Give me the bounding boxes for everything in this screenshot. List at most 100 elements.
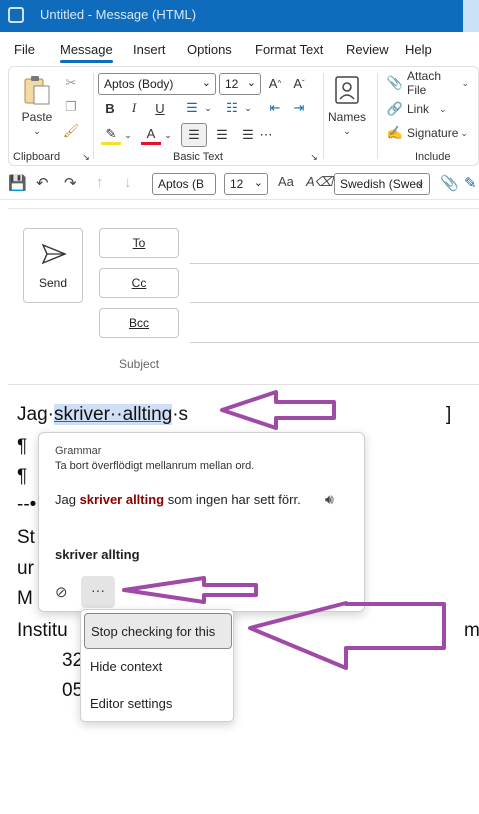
undo-icon[interactable]: ↶ xyxy=(36,174,49,192)
menu-item-editor-settings[interactable]: Editor settings xyxy=(81,686,235,722)
more-options-menu: Stop checking for this Hide context Edit… xyxy=(80,609,234,722)
qat-font-size-combo[interactable]: 12 ⌄ xyxy=(224,173,268,195)
body-text-fragment: ¶ xyxy=(17,436,28,457)
decrease-indent-icon[interactable]: ⇤ xyxy=(265,99,285,117)
attach-file-button[interactable]: Attach File ⌄ xyxy=(407,69,469,97)
menu-item-hide-context[interactable]: Hide context xyxy=(81,649,235,685)
increase-indent-icon[interactable]: ⇥ xyxy=(289,99,309,117)
suggestion-item[interactable]: skriver allting xyxy=(55,547,140,562)
chevron-down-icon[interactable]: ⌄ xyxy=(203,99,213,117)
basic-text-launcher-icon[interactable]: ↘ xyxy=(309,151,319,163)
bullets-icon[interactable]: ☰ xyxy=(181,99,203,117)
outlook-app-icon xyxy=(8,7,24,23)
clipboard-group-label: Clipboard xyxy=(13,151,61,163)
clear-formatting-icon[interactable]: A⌫ xyxy=(306,174,333,190)
tab-options[interactable]: Options xyxy=(187,42,232,57)
attach-file-label: Attach File xyxy=(407,69,442,97)
paste-dropdown-chevron-icon[interactable]: ⌄ xyxy=(29,125,45,137)
send-icon xyxy=(41,243,67,265)
body-text-fragment: ur xyxy=(17,558,34,579)
chevron-down-icon: ⌄ xyxy=(460,127,468,138)
qat-font-name-combo[interactable]: Aptos (B xyxy=(152,173,216,195)
font-size-value: 12 xyxy=(225,77,239,91)
grow-font-icon[interactable]: A ^ xyxy=(265,73,285,93)
attach-icon[interactable]: 📎 xyxy=(440,174,459,192)
bcc-field[interactable] xyxy=(190,342,479,343)
format-painter-icon[interactable]: 🖌 xyxy=(63,123,80,139)
paste-icon[interactable] xyxy=(19,73,55,109)
chevron-down-icon: ⌄ xyxy=(461,77,469,88)
names-button[interactable]: Names xyxy=(325,109,369,125)
chevron-down-icon[interactable]: ⌄ xyxy=(341,125,353,137)
tab-format-text[interactable]: Format Text xyxy=(255,42,323,57)
body-text-fragment: ¶ xyxy=(17,466,28,487)
menu-item-stop-checking[interactable]: Stop checking for this xyxy=(84,613,232,649)
font-color-icon[interactable]: A xyxy=(141,125,161,145)
shrink-font-icon[interactable]: Aˇ xyxy=(289,73,309,93)
bcc-button[interactable]: Bcc xyxy=(99,308,179,338)
proofing-language-combo[interactable]: Swedish (Swed ⌄ xyxy=(334,173,430,195)
align-center-icon[interactable]: ☰ xyxy=(211,125,233,145)
font-name-combo[interactable]: Aptos (Body) ⌄ xyxy=(98,73,216,95)
body-line-1[interactable]: Jag·skriver··allting·s xyxy=(17,404,188,426)
cut-icon[interactable]: ✂ xyxy=(63,75,79,91)
qat-font-name-value: Aptos (B xyxy=(158,177,205,191)
bold-icon[interactable]: B xyxy=(101,99,119,117)
body-text-fragment: Institu xyxy=(17,620,68,641)
ribbon: Paste ⌄ ✂ ❐ 🖌 Clipboard ↘ Aptos (Body) ⌄ … xyxy=(8,66,479,166)
ignore-once-icon[interactable]: ⊘ xyxy=(55,583,73,601)
tab-review[interactable]: Review xyxy=(346,42,389,57)
paste-button[interactable]: Paste xyxy=(17,109,57,125)
to-field[interactable] xyxy=(190,263,479,264)
tab-message[interactable]: Message xyxy=(60,42,113,63)
chevron-down-icon[interactable]: ⌄ xyxy=(163,125,173,145)
to-button[interactable]: To xyxy=(99,228,179,258)
cc-button[interactable]: Cc xyxy=(99,268,179,298)
italic-icon[interactable]: I xyxy=(125,99,143,117)
tab-file[interactable]: File xyxy=(14,42,35,57)
align-right-icon[interactable]: ☰ xyxy=(237,125,259,145)
body-text-fragment: M xyxy=(17,588,33,609)
signature-button[interactable]: Signature ⌄ xyxy=(407,125,473,141)
chevron-down-icon: ⌄ xyxy=(253,177,263,189)
clipboard-launcher-icon[interactable]: ↘ xyxy=(81,151,91,163)
copy-icon[interactable]: ❐ xyxy=(63,99,79,115)
grammar-description: Ta bort överflödigt mellanrum mellan ord… xyxy=(55,460,255,472)
redo-icon[interactable]: ↷ xyxy=(64,174,77,192)
quick-access-toolbar: 💾 ↶ ↷ ↑ ↓ Aptos (B 12 ⌄ Aa A⌫ Swedish (Sw… xyxy=(0,168,479,200)
send-button[interactable]: Send xyxy=(23,228,83,303)
title-bar: Untitled - Message (HTML) xyxy=(0,0,479,32)
chevron-down-icon[interactable]: ⌄ xyxy=(123,125,133,145)
chevron-down-icon: ⌄ xyxy=(246,77,256,89)
change-case-icon[interactable]: Aa xyxy=(278,174,294,189)
font-size-combo[interactable]: 12 ⌄ xyxy=(219,73,261,95)
save-icon[interactable]: 💾 xyxy=(8,174,27,192)
tab-insert[interactable]: Insert xyxy=(133,42,166,57)
underline-icon[interactable]: U xyxy=(151,99,169,117)
window-control-button[interactable] xyxy=(463,0,479,32)
include-group-label: Include xyxy=(415,151,451,163)
grammar-context: Jag skriver allting som ingen har sett f… xyxy=(55,491,315,509)
body-text-run: Jag· xyxy=(17,404,54,425)
next-item-icon[interactable]: ↓ xyxy=(124,174,132,191)
signature-icon[interactable]: ✎ xyxy=(464,174,477,192)
highlight-icon[interactable]: ✎ xyxy=(101,125,121,145)
chevron-down-icon[interactable]: ⌄ xyxy=(243,99,253,117)
group-separator xyxy=(323,73,324,159)
align-left-icon[interactable]: ☰ xyxy=(181,123,207,147)
signature-label: Signature xyxy=(407,126,459,140)
context-text: som ingen har sett förr. xyxy=(164,492,301,507)
cc-field[interactable] xyxy=(190,302,479,303)
previous-item-icon[interactable]: ↑ xyxy=(96,174,104,191)
link-button[interactable]: Link ⌄ xyxy=(407,101,457,117)
tab-help[interactable]: Help xyxy=(405,42,432,57)
more-options-button[interactable]: ··· xyxy=(81,576,115,608)
proofing-language-value: Swedish (Swed xyxy=(340,177,423,191)
read-aloud-icon[interactable]: 🔊︎ xyxy=(325,491,334,508)
address-book-icon[interactable] xyxy=(331,73,363,107)
link-icon: 🔗 xyxy=(386,101,404,116)
numbering-icon[interactable]: ☷ xyxy=(221,99,243,117)
signature-icon: ✍ xyxy=(386,125,404,140)
link-label: Link xyxy=(407,102,430,116)
more-options-icon[interactable]: ⋯ xyxy=(260,125,273,145)
